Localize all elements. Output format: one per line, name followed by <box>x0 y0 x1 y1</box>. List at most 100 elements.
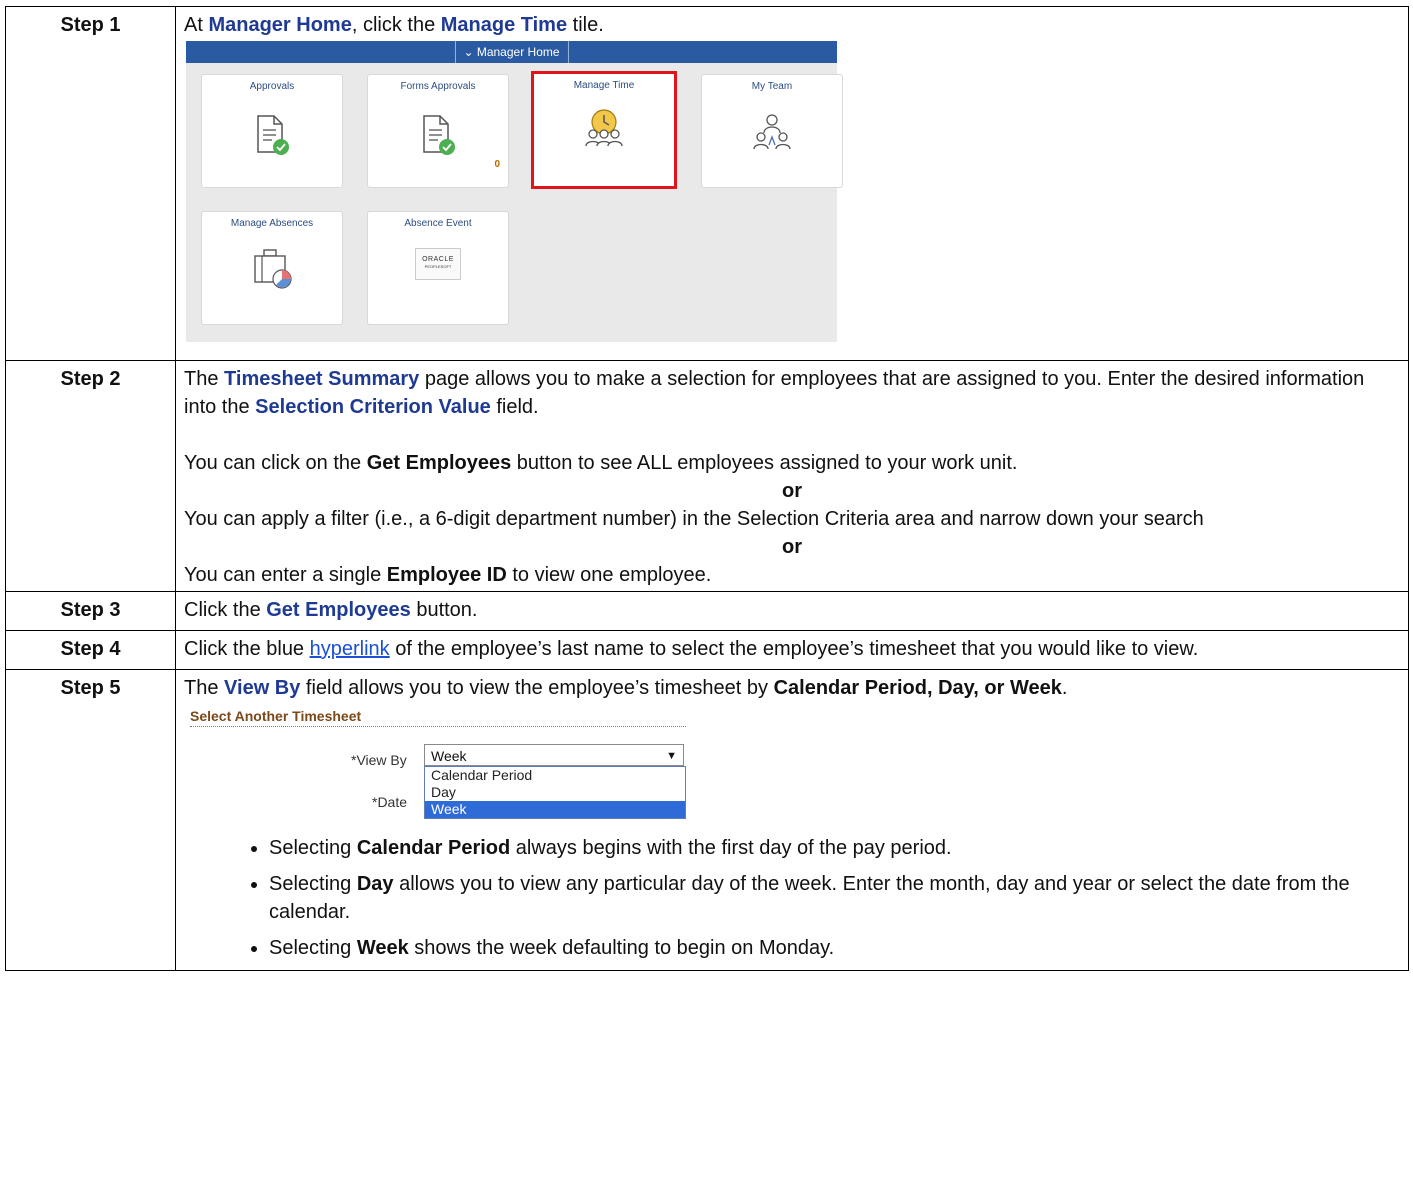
keyword: Day <box>356 873 394 895</box>
keyword-selection-criterion-value: Selection Criterion Value <box>255 396 491 418</box>
tile-title: Forms Approvals <box>400 81 476 92</box>
text-run: to view one employee. <box>506 564 712 586</box>
keyword: Calendar Period <box>356 837 511 859</box>
text-run: always begins with the first day of the … <box>510 837 952 859</box>
step2-option-get-employees: You can click on the Get Employees butto… <box>184 449 1400 477</box>
oracle-peoplesoft-logo: ORACLE PEOPLESOFT <box>415 248 461 280</box>
select-timesheet-screenshot: Select Another Timesheet *View By *Date … <box>186 702 686 832</box>
step-content: Click the Get Employees button. <box>175 591 1409 631</box>
step3-text: Click the Get Employees button. <box>184 596 1400 624</box>
briefcase-pie-icon <box>254 249 292 289</box>
step-row-1: Step 1 At Manager Home, click the Manage… <box>5 6 1409 361</box>
step-content: At Manager Home, click the Manage Time t… <box>175 6 1409 361</box>
step-content: The Timesheet Summary page allows you to… <box>175 360 1409 592</box>
text-run: At <box>184 14 209 36</box>
keyword-options: Calendar Period, Day, or Week <box>773 677 1062 699</box>
tile-title: My Team <box>751 81 793 92</box>
steps-table: Step 1 At Manager Home, click the Manage… <box>5 6 1409 971</box>
view-by-label: *View By <box>351 752 407 768</box>
text-run: shows the week defaulting to begin on Mo… <box>408 937 835 959</box>
dropdown-option[interactable]: Day <box>425 784 685 801</box>
list-item: Selecting Calendar Period always begins … <box>269 834 1400 862</box>
step2-option-employee-id: You can enter a single Employee ID to vi… <box>184 561 1400 589</box>
step4-text: Click the blue hyperlink of the employee… <box>184 635 1400 663</box>
text-run: You can click on the <box>184 452 367 474</box>
tile-title: Manage Absences <box>230 218 314 229</box>
step2-intro: The Timesheet Summary page allows you to… <box>184 365 1400 421</box>
text-run: Click the blue <box>184 638 310 660</box>
keyword-get-employees: Get Employees <box>266 599 411 621</box>
view-by-dropdown-list: Calendar Period Day Week <box>424 766 686 819</box>
date-label: *Date <box>372 794 408 810</box>
step-content: Click the blue hyperlink of the employee… <box>175 630 1409 670</box>
tile-manage-time[interactable]: Manage Time <box>531 71 677 189</box>
text-run: The <box>184 368 225 390</box>
tile-title: Absence Event <box>404 218 472 229</box>
text-run: . <box>1061 677 1068 699</box>
keyword-employee-id: Employee ID <box>386 564 507 586</box>
step-row-2: Step 2 The Timesheet Summary page allows… <box>5 360 1409 592</box>
text-run: field allows you to view the employee’s … <box>300 677 774 699</box>
tile-absence-event[interactable]: Absence Event ORACLE PEOPLESOFT <box>367 211 509 325</box>
text-run: Selecting <box>269 937 357 959</box>
text-run: button. <box>410 599 478 621</box>
text-run: The <box>184 677 225 699</box>
text-run: You can enter a single <box>184 564 387 586</box>
view-by-select[interactable]: Week ▼ <box>424 744 684 766</box>
text-run: of the employee’s last name to select th… <box>389 638 1199 660</box>
text-run: field. <box>490 396 539 418</box>
step-label: Step 4 <box>5 630 176 670</box>
list-item: Selecting Week shows the week defaulting… <box>269 934 1400 962</box>
keyword-manager-home: Manager Home <box>208 14 352 36</box>
step-label: Step 3 <box>5 591 176 631</box>
nav-bar: ⌄ Manager Home <box>186 41 837 63</box>
text-run: Selecting <box>269 837 357 859</box>
chevron-down-icon: ▼ <box>666 750 677 762</box>
bullet-list: Selecting Calendar Period always begins … <box>184 834 1400 962</box>
text-run: button to see ALL employees assigned to … <box>511 452 1018 474</box>
step-label: Step 2 <box>5 360 176 592</box>
step-row-5: Step 5 The View By field allows you to v… <box>5 669 1409 971</box>
keyword-timesheet-summary: Timesheet Summary <box>224 368 420 390</box>
step2-option-filter: You can apply a filter (i.e., a 6-digit … <box>184 508 1204 530</box>
document-check-icon <box>423 115 455 155</box>
text-run: tile. <box>567 14 604 36</box>
tile-manage-absences[interactable]: Manage Absences <box>201 211 343 325</box>
step-content: The View By field allows you to view the… <box>175 669 1409 971</box>
text-run: Click the <box>184 599 267 621</box>
dropdown-option[interactable]: Week <box>425 801 685 818</box>
step5-text: The View By field allows you to view the… <box>184 674 1400 702</box>
text-run: , click the <box>351 14 441 36</box>
keyword: Week <box>356 937 409 959</box>
hyperlink[interactable]: hyperlink <box>310 638 390 660</box>
text-run: Selecting <box>269 873 357 895</box>
manager-home-screenshot: ⌄ Manager Home Approvals Forms Approvals… <box>186 41 843 342</box>
or-separator: or <box>782 480 802 502</box>
step-label: Step 5 <box>5 669 176 971</box>
select-value: Week <box>431 748 467 764</box>
keyword-manage-time: Manage Time <box>440 14 568 36</box>
tile-count-badge: 0 <box>494 159 500 170</box>
tile-approvals[interactable]: Approvals <box>201 74 343 188</box>
keyword-get-employees: Get Employees <box>366 452 512 474</box>
text-run: allows you to view any particular day of… <box>269 873 1350 923</box>
manager-home-dropdown[interactable]: ⌄ Manager Home <box>454 41 569 63</box>
keyword-view-by: View By <box>224 677 301 699</box>
step-label: Step 1 <box>5 6 176 361</box>
tile-title: Approvals <box>249 81 295 92</box>
or-separator: or <box>782 536 802 558</box>
tile-my-team[interactable]: My Team <box>701 74 843 188</box>
clock-team-icon <box>585 109 623 147</box>
team-icon <box>753 114 791 150</box>
logo-subtext: PEOPLESOFT <box>424 264 452 269</box>
tile-forms-approvals[interactable]: Forms Approvals 0 <box>367 74 509 188</box>
step-row-4: Step 4 Click the blue hyperlink of the e… <box>5 630 1409 670</box>
logo-text: ORACLE <box>422 256 454 263</box>
document-check-icon <box>257 115 289 155</box>
divider <box>190 726 686 727</box>
list-item: Selecting Day allows you to view any par… <box>269 870 1400 926</box>
dropdown-option[interactable]: Calendar Period <box>425 767 685 784</box>
tile-title: Manage Time <box>573 80 635 91</box>
step-row-3: Step 3 Click the Get Employees button. <box>5 591 1409 631</box>
